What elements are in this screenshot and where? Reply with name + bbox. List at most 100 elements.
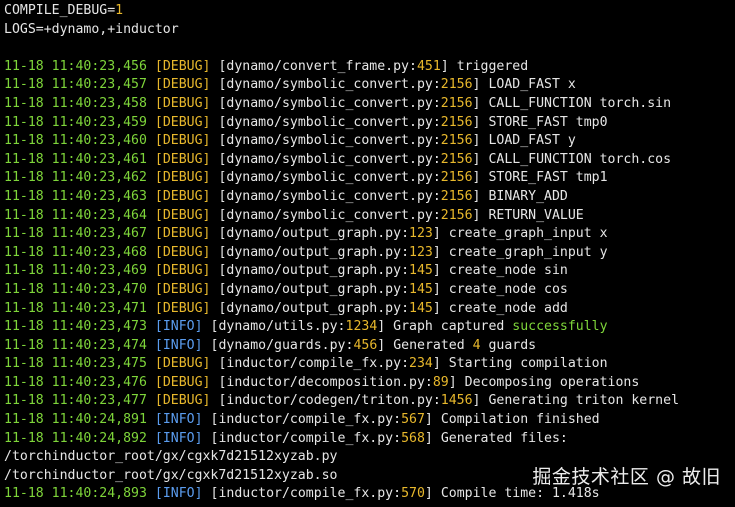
- log-line: 11-18 11:40:23,477 [DEBUG] [inductor/cod…: [4, 392, 735, 411]
- log-timestamp: 11-18 11:40:23,457: [4, 77, 147, 93]
- log-level-close-bracket: ]: [202, 207, 211, 223]
- log-lineno: 145: [409, 281, 433, 297]
- log-level-open-bracket: [: [154, 77, 163, 93]
- log-colon: :: [337, 319, 346, 335]
- log-level-open-bracket: [: [154, 300, 163, 316]
- log-colon: :: [432, 393, 441, 409]
- log-level: DEBUG: [162, 114, 203, 130]
- log-timestamp: 11-18 11:40:23,470: [4, 281, 147, 297]
- log-timestamp: 11-18 11:40:23,463: [4, 188, 147, 204]
- log-level-close-bracket: ]: [194, 412, 203, 428]
- log-lineno: 2156: [440, 95, 473, 111]
- log-module-close-bracket: ]: [472, 170, 481, 186]
- log-success-word: successfully: [512, 319, 608, 335]
- log-colon: :: [401, 281, 410, 297]
- log-level: DEBUG: [162, 188, 203, 204]
- log-level-open-bracket: [: [154, 95, 163, 111]
- log-level-open-bracket: [: [154, 170, 163, 186]
- log-level-close-bracket: ]: [194, 319, 203, 335]
- log-lineno: 89: [432, 374, 449, 390]
- log-message: create_node cos: [448, 281, 568, 297]
- log-module-close-bracket: ]: [424, 486, 433, 502]
- log-module: inductor/compile_fx.py: [218, 430, 394, 446]
- env-compile-debug-key: COMPILE_DEBUG=: [4, 3, 116, 18]
- log-level-close-bracket: ]: [202, 244, 211, 260]
- log-level: DEBUG: [162, 393, 203, 409]
- log-line: 11-18 11:40:23,474 [INFO] [dynamo/guards…: [4, 337, 735, 356]
- log-lineno: 451: [416, 58, 441, 74]
- log-colon: :: [393, 412, 402, 428]
- log-line: 11-18 11:40:23,461 [DEBUG] [dynamo/symbo…: [4, 151, 735, 170]
- log-lineno: 2156: [440, 188, 473, 204]
- log-timestamp: 11-18 11:40:24,891: [4, 412, 147, 428]
- log-timestamp: 11-18 11:40:23,473: [4, 319, 147, 335]
- log-level-open-bracket: [: [154, 374, 163, 390]
- log-level-open-bracket: [: [154, 226, 163, 242]
- log-colon: :: [401, 263, 410, 279]
- log-colon: :: [393, 486, 402, 502]
- log-level-open-bracket: [: [154, 486, 163, 502]
- log-timestamp: 11-18 11:40:23,460: [4, 133, 147, 149]
- log-level: INFO: [162, 412, 195, 428]
- log-module-close-bracket: ]: [377, 337, 386, 353]
- log-level: DEBUG: [162, 207, 203, 223]
- log-level: DEBUG: [162, 77, 203, 93]
- log-timestamp: 11-18 11:40:23,469: [4, 263, 147, 279]
- log-level: INFO: [162, 486, 195, 502]
- log-lineno: 2156: [440, 170, 473, 186]
- log-timestamp: 11-18 11:40:24,892: [4, 430, 147, 446]
- log-message: STORE_FAST tmp0: [488, 114, 608, 130]
- log-message: CALL_FUNCTION torch.sin: [488, 95, 672, 111]
- log-level-close-bracket: ]: [202, 188, 211, 204]
- log-message: STORE_FAST tmp1: [488, 170, 608, 186]
- log-level-open-bracket: [: [154, 337, 163, 353]
- log-module-close-bracket: ]: [472, 393, 481, 409]
- log-timestamp: 11-18 11:40:23,458: [4, 95, 147, 111]
- log-line: 11-18 11:40:23,460 [DEBUG] [dynamo/symbo…: [4, 132, 735, 151]
- log-line: 11-18 11:40:24,891 [INFO] [inductor/comp…: [4, 411, 735, 430]
- log-module-close-bracket: ]: [432, 244, 441, 260]
- log-module-close-bracket: ]: [424, 430, 433, 446]
- log-message: BINARY_ADD: [488, 188, 568, 204]
- log-level-close-bracket: ]: [202, 263, 211, 279]
- log-message: triggered: [456, 58, 529, 74]
- log-timestamp: 11-18 11:40:23,475: [4, 356, 147, 372]
- log-colon: :: [432, 188, 441, 204]
- log-message: LOAD_FAST y: [488, 133, 576, 149]
- log-module: inductor/compile_fx.py: [226, 356, 402, 372]
- log-timestamp: 11-18 11:40:24,893: [4, 486, 147, 502]
- log-level-open-bracket: [: [154, 281, 163, 297]
- log-lineno: 145: [409, 263, 433, 279]
- log-lineno: 2156: [440, 133, 473, 149]
- log-level-close-bracket: ]: [202, 226, 211, 242]
- log-module: inductor/decomposition.py: [226, 374, 425, 390]
- log-message: RETURN_VALUE: [488, 207, 584, 223]
- log-level-open-bracket: [: [154, 188, 163, 204]
- log-lineno: 234: [409, 356, 433, 372]
- log-message-tail: guards: [480, 337, 537, 353]
- watermark: 掘金技术社区 @ 故旧: [532, 466, 721, 488]
- log-colon: :: [432, 133, 441, 149]
- log-lineno: 123: [409, 244, 433, 260]
- log-lineno: 2156: [440, 207, 473, 223]
- log-module-close-bracket: ]: [472, 207, 481, 223]
- log-module: dynamo/symbolic_convert.py: [226, 170, 433, 186]
- log-module: dynamo/output_graph.py: [226, 281, 402, 297]
- log-level-open-bracket: [: [154, 58, 163, 74]
- log-level-open-bracket: [: [154, 393, 163, 409]
- log-message: create_node add: [448, 300, 568, 316]
- env-compile-debug: COMPILE_DEBUG=1: [4, 2, 735, 21]
- log-lineno: 570: [401, 486, 425, 502]
- log-module-close-bracket: ]: [424, 412, 433, 428]
- log-count: 4: [472, 337, 481, 353]
- log-line: 11-18 11:40:23,457 [DEBUG] [dynamo/symbo…: [4, 76, 735, 95]
- log-level-open-bracket: [: [154, 133, 163, 149]
- log-level-open-bracket: [: [154, 114, 163, 130]
- terminal-output[interactable]: COMPILE_DEBUG=1 LOGS=+dynamo,+inductor 1…: [0, 0, 735, 507]
- log-module: dynamo/symbolic_convert.py: [226, 151, 433, 167]
- log-module-close-bracket: ]: [472, 188, 481, 204]
- log-level: DEBUG: [162, 133, 203, 149]
- log-module-close-bracket: ]: [432, 226, 441, 242]
- log-level-close-bracket: ]: [202, 393, 211, 409]
- log-message: Generated: [393, 337, 473, 353]
